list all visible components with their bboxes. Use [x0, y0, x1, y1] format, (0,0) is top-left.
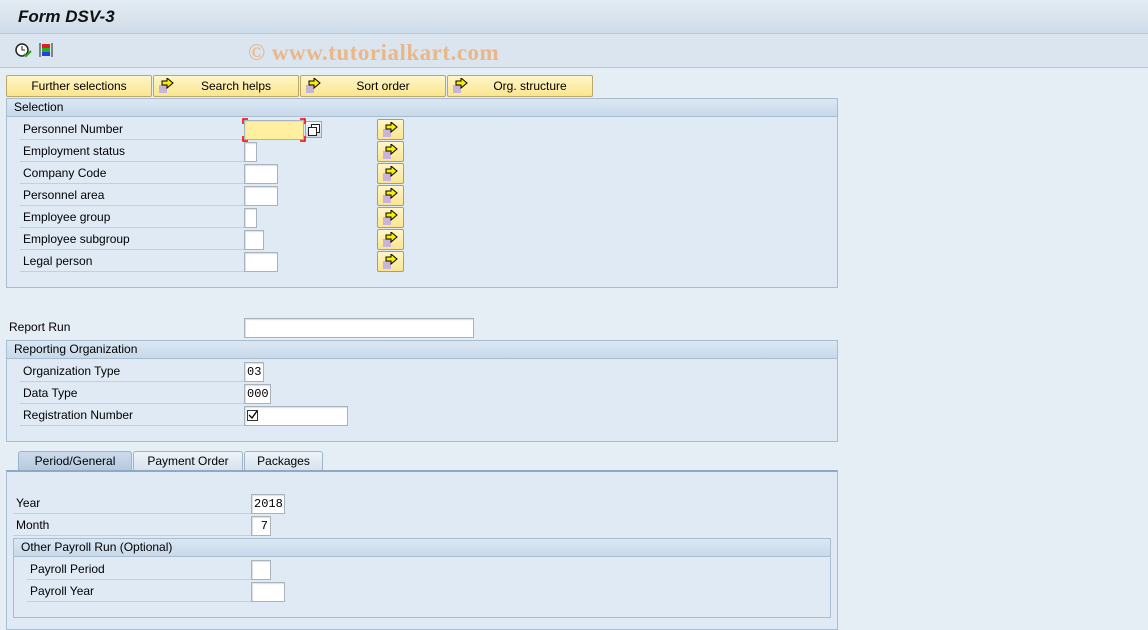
- registration-number-input[interactable]: [244, 406, 348, 426]
- employment-status-input[interactable]: [244, 142, 257, 162]
- year-input[interactable]: 2018: [251, 494, 285, 514]
- registration-number-label: Registration Number: [20, 405, 244, 426]
- arrow-right-icon: [305, 76, 323, 100]
- sort-order-button[interactable]: Sort order: [300, 75, 446, 97]
- focus-frame: [242, 118, 306, 142]
- personnel-area-multiple-selection-button[interactable]: [377, 185, 404, 206]
- data-type-label: Data Type: [20, 383, 244, 404]
- page-title: Form DSV-3: [18, 7, 115, 26]
- payroll-period-input[interactable]: [251, 560, 271, 580]
- month-label: Month: [13, 515, 251, 536]
- personnel-area-input[interactable]: [244, 186, 278, 206]
- execute-clock-icon[interactable]: [14, 42, 32, 61]
- group-title: Other Payroll Run (Optional): [14, 539, 830, 557]
- personnel-area-label: Personnel area: [20, 185, 244, 206]
- company-code-label: Company Code: [20, 163, 244, 184]
- month-input[interactable]: 7: [251, 516, 271, 536]
- multiple-selection-copy-button[interactable]: [305, 121, 322, 138]
- group-title: Reporting Organization: [7, 341, 837, 359]
- payroll-year-input[interactable]: [251, 582, 285, 602]
- employee-subgroup-multiple-selection-button[interactable]: [377, 229, 404, 250]
- employment-status-label: Employment status: [20, 141, 244, 162]
- arrow-right-icon: [452, 76, 470, 100]
- tab-packages[interactable]: Packages: [244, 451, 323, 471]
- variants-icon[interactable]: [39, 42, 53, 61]
- employee-group-multiple-selection-button[interactable]: [377, 207, 404, 228]
- employee-group-input[interactable]: [244, 208, 257, 228]
- tab-payment-order[interactable]: Payment Order: [133, 451, 243, 471]
- organization-type-input[interactable]: 03: [244, 362, 264, 382]
- further-selections-button[interactable]: Further selections: [6, 75, 152, 97]
- data-type-input[interactable]: 000: [244, 384, 271, 404]
- personnel-number-label: Personnel Number: [20, 119, 244, 140]
- copy-icon: [308, 124, 320, 136]
- legal-person-input[interactable]: [244, 252, 278, 272]
- payroll-period-label: Payroll Period: [27, 559, 251, 580]
- org-structure-button[interactable]: Org. structure: [447, 75, 593, 97]
- employment-status-multiple-selection-button[interactable]: [377, 141, 404, 162]
- report-run-input[interactable]: [244, 318, 474, 338]
- title-bar: [0, 0, 1148, 34]
- button-label: Search helps: [200, 79, 272, 93]
- legal-person-label: Legal person: [20, 251, 244, 272]
- application-toolbar: [0, 34, 1148, 68]
- button-label: Further selections: [31, 79, 127, 93]
- arrow-right-icon: [158, 76, 176, 100]
- year-label: Year: [13, 493, 251, 514]
- employee-subgroup-input[interactable]: [244, 230, 264, 250]
- checkbox-checked-icon: [247, 410, 258, 421]
- watermark: © www.tutorialkart.com: [248, 40, 500, 65]
- legal-person-multiple-selection-button[interactable]: [377, 251, 404, 272]
- employee-subgroup-label: Employee subgroup: [20, 229, 244, 250]
- organization-type-label: Organization Type: [20, 361, 244, 382]
- button-label: Sort order: [356, 79, 410, 93]
- report-run-label: Report Run: [9, 320, 71, 334]
- button-label: Org. structure: [493, 79, 567, 93]
- group-title: Selection: [7, 99, 837, 117]
- company-code-input[interactable]: [244, 164, 278, 184]
- personnel-number-multiple-selection-button[interactable]: [377, 119, 404, 140]
- payroll-year-label: Payroll Year: [27, 581, 251, 602]
- company-code-multiple-selection-button[interactable]: [377, 163, 404, 184]
- tab-period-general[interactable]: Period/General: [18, 451, 132, 471]
- employee-group-label: Employee group: [20, 207, 244, 228]
- search-helps-button[interactable]: Search helps: [153, 75, 299, 97]
